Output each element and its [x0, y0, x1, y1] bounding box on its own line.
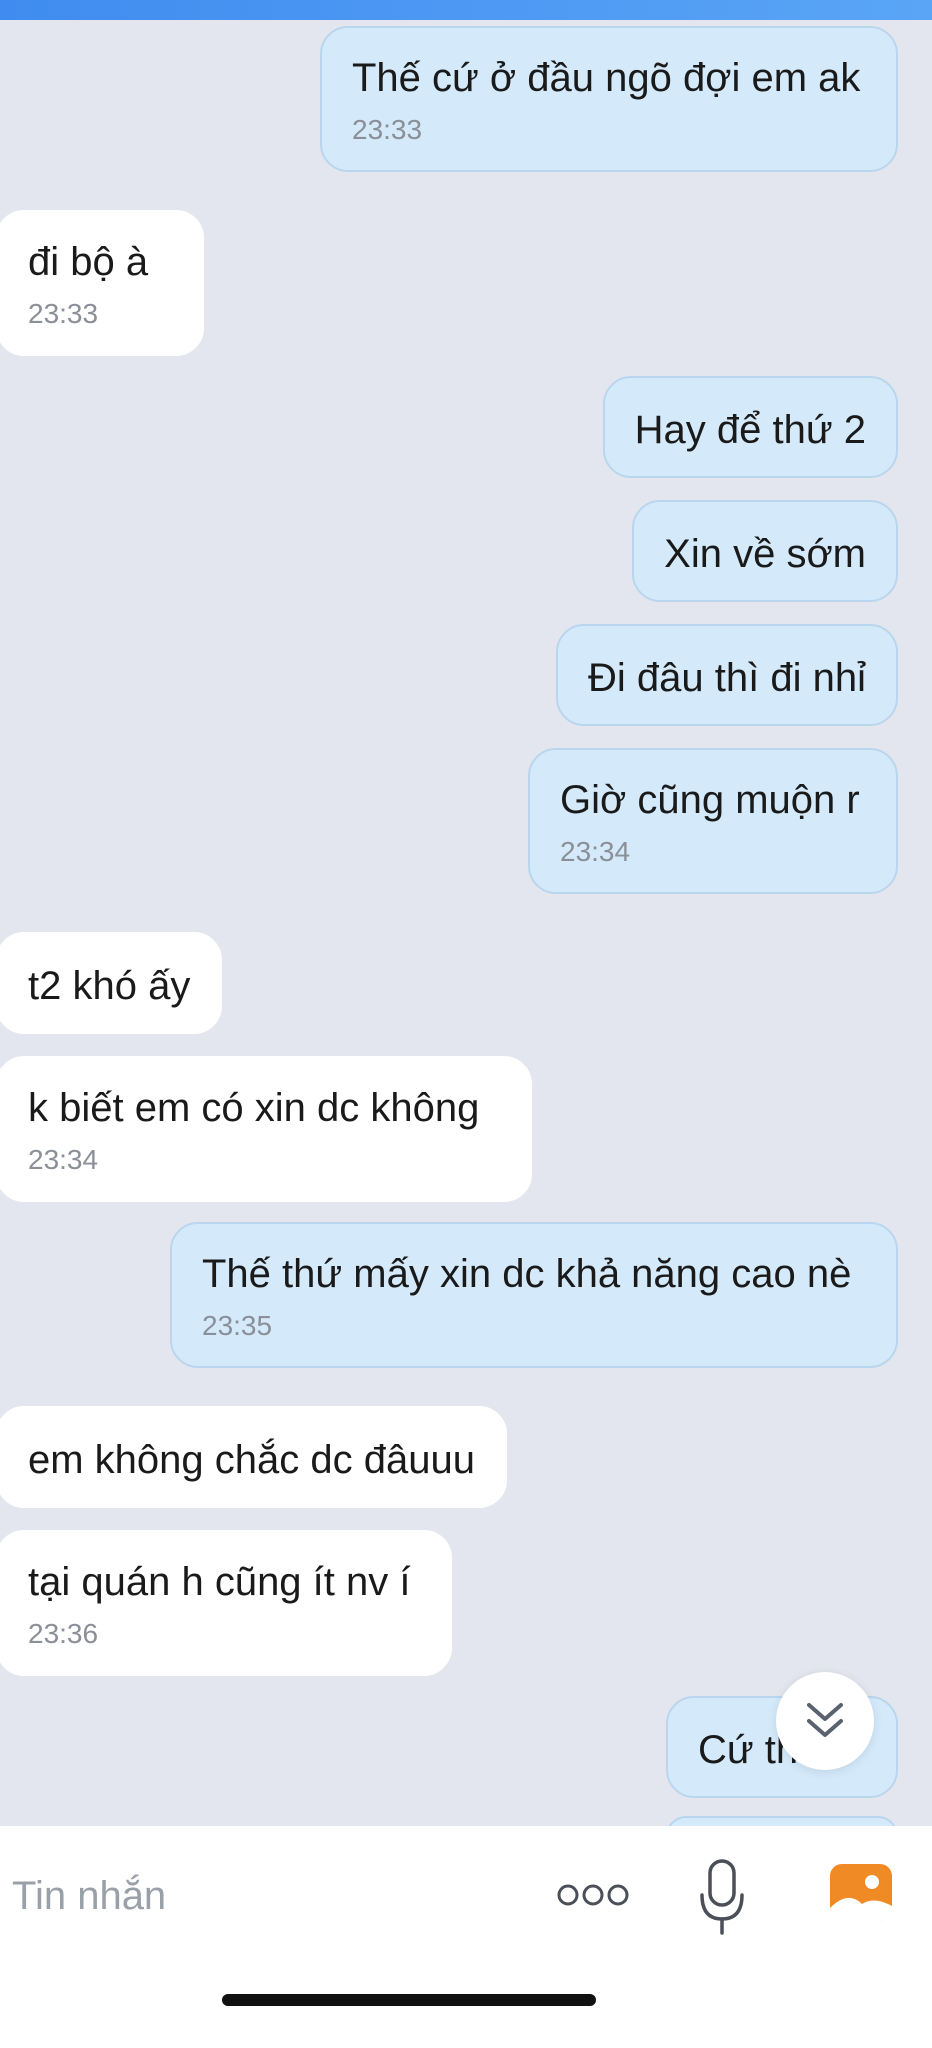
- message-time: 23:35: [202, 1310, 273, 1341]
- message-text: Xin về sớm: [664, 532, 866, 576]
- chevron-double-down-icon: [807, 1703, 843, 1737]
- message-bubble-outgoing[interactable]: Thế cứ ở đầu ngõ đợi em ak 23:33: [320, 26, 898, 172]
- home-indicator: [222, 1994, 596, 2006]
- message-text: tại quán h cũng ít nv í: [28, 1560, 411, 1604]
- message-bubble-incoming[interactable]: em không chắc dc đâuuu: [0, 1406, 507, 1508]
- message-bubble-outgoing[interactable]: Giờ cũng muộn r 23:34: [528, 748, 898, 894]
- header-edge: [0, 0, 932, 20]
- message-text: đi bộ à: [28, 240, 149, 284]
- message-time: 23:33: [28, 298, 99, 329]
- scroll-to-bottom-button[interactable]: [776, 1672, 874, 1770]
- message-bubble-outgoing[interactable]: Thế thứ mấy xin dc khả năng cao nè 23:35: [170, 1222, 898, 1368]
- message-bubble-incoming[interactable]: k biết em có xin dc không 23:34: [0, 1056, 532, 1202]
- message-bubble-incoming[interactable]: tại quán h cũng ít nv í 23:36: [0, 1530, 452, 1676]
- message-text: k biết em có xin dc không: [28, 1086, 480, 1130]
- message-text: Thế thứ mấy xin dc khả năng cao nè: [202, 1252, 852, 1296]
- message-bubble-outgoing[interactable]: Đi đâu thì đi nhỉ: [556, 624, 898, 726]
- message-bubble-outgoing[interactable]: Xin về sớm: [632, 500, 898, 602]
- chat-history[interactable]: Thế cứ ở đầu ngõ đợi em ak 23:33 đi bộ à…: [0, 0, 932, 1826]
- message-text: t2 khó ấy: [28, 964, 191, 1008]
- message-text: em không chắc dc đâuuu: [28, 1438, 475, 1482]
- gallery-button[interactable]: [826, 1860, 896, 1926]
- composer-bar: [0, 1826, 932, 2048]
- message-text: Giờ cũng muộn r: [560, 778, 860, 822]
- message-text: Đi đâu thì đi nhỉ: [588, 656, 866, 700]
- message-time: 23:33: [352, 114, 423, 145]
- image-gallery-icon: [830, 1864, 892, 1922]
- message-bubble-incoming[interactable]: t2 khó ấy: [0, 932, 223, 1034]
- message-bubble-outgoing-partial[interactable]: [666, 1816, 898, 1826]
- message-input[interactable]: [12, 1866, 512, 1926]
- message-time: 23:36: [28, 1618, 99, 1649]
- message-time: 23:34: [560, 836, 631, 867]
- message-bubble-incoming[interactable]: đi bộ à 23:33: [0, 210, 204, 356]
- message-text: Hay để thứ 2: [634, 408, 866, 452]
- more-dots-icon: [557, 1884, 629, 1906]
- microphone-icon: [700, 1859, 744, 1935]
- more-button[interactable]: [550, 1872, 636, 1918]
- voice-message-button[interactable]: [692, 1852, 752, 1942]
- message-text: Thế cứ ở đầu ngõ đợi em ak: [352, 56, 861, 100]
- message-time: 23:34: [28, 1144, 99, 1175]
- message-bubble-outgoing[interactable]: Hay để thứ 2: [602, 376, 898, 478]
